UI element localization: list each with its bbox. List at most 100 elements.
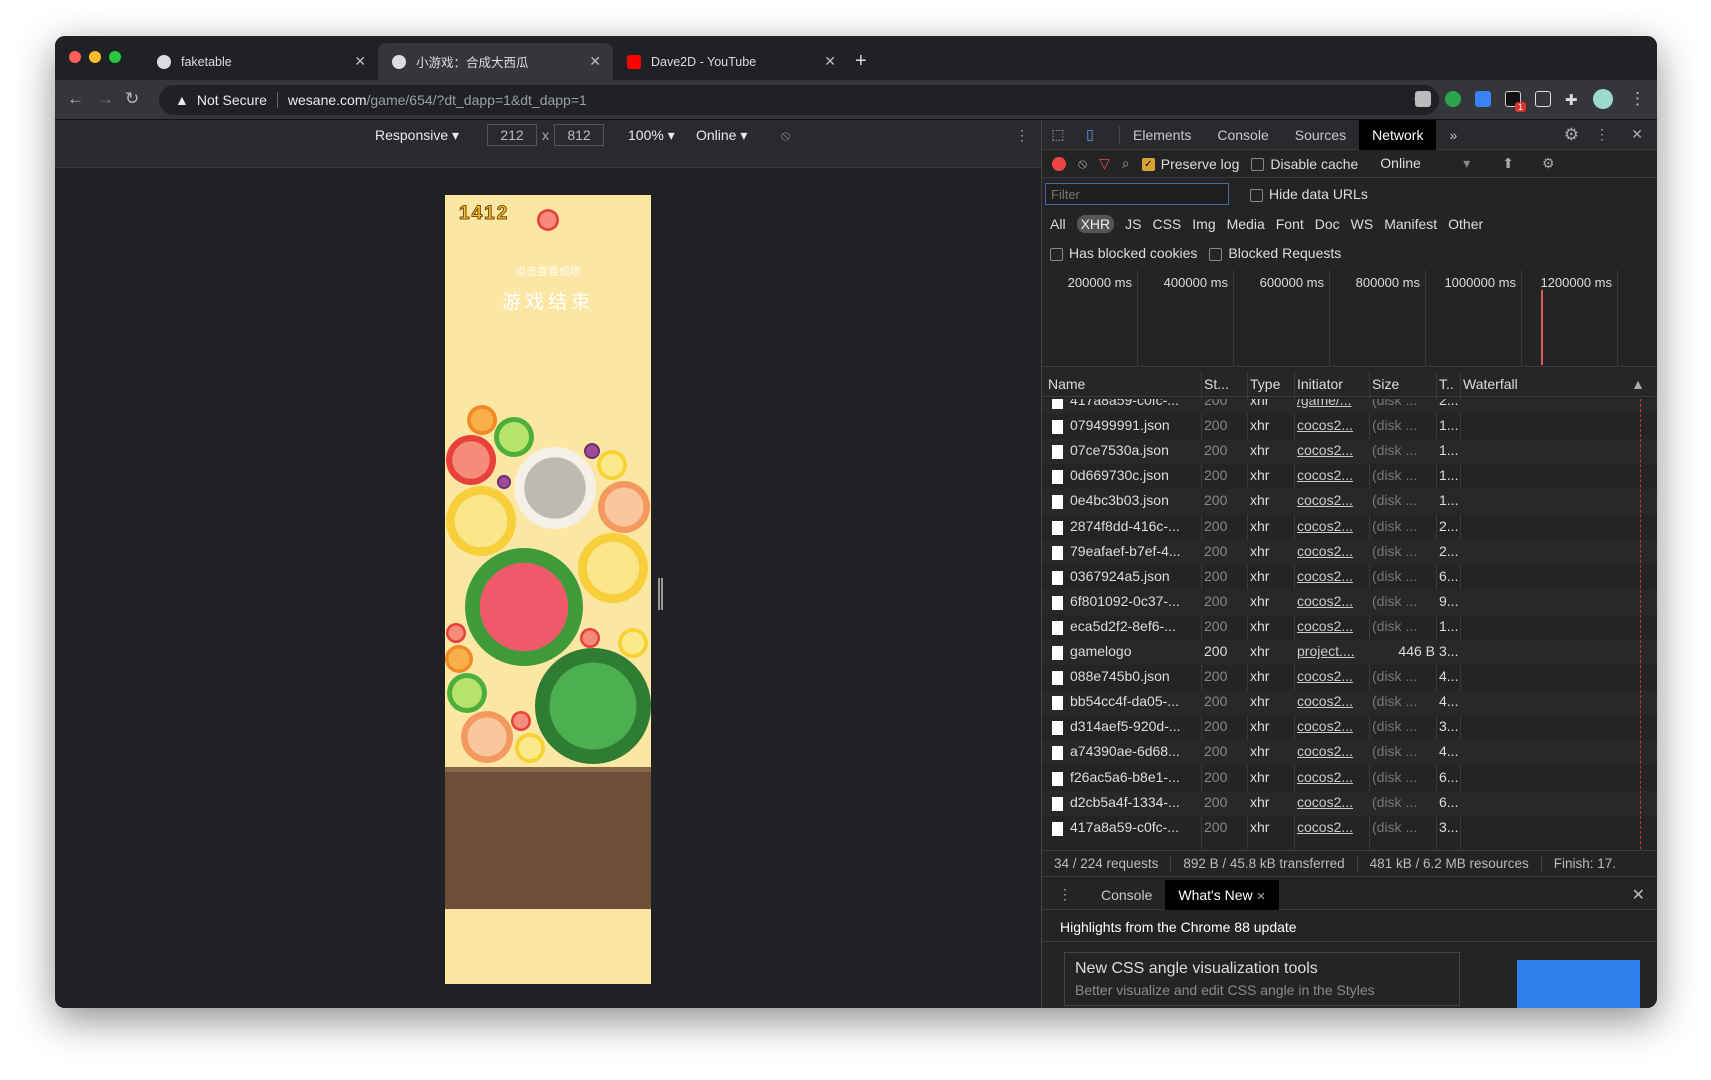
browser-tab-faketable[interactable]: faketable ✕ [143,43,378,80]
close-tab-icon[interactable]: ✕ [1257,891,1266,903]
request-row[interactable]: 417a8a59-c0fc-... 200 xhr/game/... (disk ..… [1042,399,1657,414]
cell-initiator[interactable]: cocos2... [1297,819,1368,835]
cell-initiator[interactable]: cocos2... [1297,693,1368,709]
device-select[interactable]: Responsive ▾ [375,127,459,144]
search-icon[interactable]: ⌕ [1122,155,1130,172]
preserve-log-checkbox[interactable]: ✓ Preserve log [1141,156,1239,172]
type-filter-manifest[interactable]: Manifest [1384,216,1437,232]
request-row[interactable]: d314aef5-920d-... 200 xhr cocos2... (disk ..… [1042,715,1657,740]
type-filter-all[interactable]: All [1050,216,1066,232]
cell-initiator[interactable]: cocos2... [1297,794,1368,810]
cell-initiator[interactable]: cocos2... [1297,769,1368,785]
drawer-tab-whats-new[interactable]: What's New ✕ [1165,879,1279,910]
request-row[interactable]: gamelogo 200 xhr project.... 446 B 3... [1042,640,1657,665]
disable-cache-checkbox[interactable]: Disable cache [1251,156,1358,172]
column-header-6[interactable]: Waterfall [1463,376,1518,392]
cell-initiator[interactable]: cocos2... [1297,743,1368,759]
cell-initiator[interactable]: cocos2... [1297,417,1368,433]
close-window-button[interactable] [69,51,81,63]
column-header-2[interactable]: Type [1250,376,1280,392]
request-row[interactable]: 6f801092-0c37-... 200 xhr cocos2... (disk ..… [1042,589,1657,615]
request-row[interactable]: 0d669730c.json 200 xhr cocos2... (disk ... 1.… [1042,464,1657,489]
has-blocked-cookies-checkbox[interactable]: Has blocked cookies [1050,245,1197,261]
close-tab-icon[interactable]: ✕ [824,53,836,70]
maximize-window-button[interactable] [109,51,121,63]
request-row[interactable]: 079499991.json 200 xhr cocos2... (disk ... 1.… [1042,414,1657,439]
minimize-window-button[interactable] [89,51,101,63]
request-row[interactable]: f26ac5a6-b8e1-... 200 xhr cocos2... (disk ..… [1042,766,1657,791]
tab-elements[interactable]: Elements [1120,120,1204,150]
type-filter-ws[interactable]: WS [1351,216,1374,232]
close-drawer-icon[interactable]: ✕ [1632,885,1645,905]
column-header-0[interactable]: Name [1048,376,1085,392]
chrome-menu-icon[interactable]: ⋮ [1629,89,1646,109]
filter-input[interactable] [1045,183,1229,205]
resize-handle-right[interactable] [658,578,663,610]
request-row[interactable]: 0e4bc3b03.json 200 xhr cocos2... (disk ... 1.… [1042,489,1657,515]
browser-tab-youtube[interactable]: Dave2D - YouTube ✕ [613,43,848,80]
width-input[interactable]: 212 [487,124,537,146]
type-filter-media[interactable]: Media [1227,216,1265,232]
import-har-icon[interactable]: ⬆ [1502,155,1514,172]
cell-initiator[interactable]: cocos2... [1297,492,1368,508]
device-more-icon[interactable]: ⋮ [1015,127,1029,144]
type-filter-img[interactable]: Img [1192,216,1215,232]
throttle-select[interactable]: Online ▾ [696,127,747,144]
sort-arrow-icon[interactable]: ▲ [1631,376,1645,392]
game-viewport[interactable]: 1412 点击查看成绩 游戏结束 [445,195,651,984]
cell-initiator[interactable]: cocos2... [1297,718,1368,734]
cell-initiator[interactable]: /game/... [1297,399,1368,408]
extension-icon[interactable]: 1 [1505,91,1526,112]
hide-data-urls-checkbox[interactable]: Hide data URLs [1250,186,1368,202]
blocked-requests-checkbox[interactable]: Blocked Requests [1209,245,1341,261]
request-row[interactable]: d2cb5a4f-1334-... 200 xhr cocos2... (disk ..… [1042,790,1657,816]
cell-initiator[interactable]: cocos2... [1297,467,1368,483]
more-tabs-button[interactable]: » [1436,120,1470,150]
close-tab-icon[interactable]: ✕ [589,53,601,70]
device-toggle-icon[interactable]: ▯ [1074,126,1106,143]
close-devtools-icon[interactable]: ✕ [1631,126,1643,143]
request-row[interactable]: 088e745b0.json 200 xhr cocos2... (disk ... 4.… [1042,665,1657,690]
type-filter-js[interactable]: JS [1125,216,1141,232]
record-button[interactable] [1052,156,1066,171]
cell-initiator[interactable]: cocos2... [1297,518,1368,534]
network-throttle-select[interactable]: Online ▾ [1380,155,1470,172]
profile-avatar[interactable] [1593,89,1613,109]
filter-funnel-icon[interactable]: ▽ [1099,155,1110,172]
height-input[interactable]: 812 [554,124,604,146]
type-filter-doc[interactable]: Doc [1315,216,1340,232]
column-header-5[interactable]: T.. [1439,376,1454,392]
column-header-1[interactable]: St... [1204,376,1229,392]
evernote-extension-icon[interactable] [1445,91,1461,107]
request-row[interactable]: 0367924a5.json 200 xhr cocos2... (disk ... 6.… [1042,565,1657,590]
tab-console[interactable]: Console [1204,120,1281,150]
downloader-extension-icon[interactable] [1475,91,1491,107]
inspect-element-icon[interactable]: ⬚ [1042,126,1074,143]
new-tab-button[interactable]: + [855,50,867,73]
request-row[interactable]: a74390ae-6d68... 200 xhr cocos2... (disk ...… [1042,740,1657,766]
security-label[interactable]: Not Secure [197,92,278,108]
request-row[interactable]: eca5d2f2-8ef6-... 200 xhr cocos2... (disk ..… [1042,615,1657,640]
back-icon[interactable]: ← [67,89,84,109]
url-bar[interactable]: ▲ Not Secure wesane.com/game/654/?dt_dap… [159,85,1439,115]
cell-initiator[interactable]: cocos2... [1297,543,1368,559]
notion-extension-icon[interactable] [1535,91,1551,107]
reload-icon[interactable]: ↻ [125,89,139,109]
request-row[interactable]: bb54cc4f-da05-... 200 xhr cocos2... (disk ..… [1042,690,1657,716]
devtools-menu-icon[interactable]: ⋮ [1595,126,1609,143]
type-filter-css[interactable]: CSS [1152,216,1181,232]
request-row[interactable]: 07ce7530a.json 200 xhr cocos2... (disk ... 1.… [1042,439,1657,465]
forward-icon[interactable]: → [97,89,114,109]
network-overview-timeline[interactable]: 200000 ms 400000 ms 600000 ms 800000 ms 1000… [1042,270,1657,367]
type-filter-font[interactable]: Font [1276,216,1304,232]
clear-icon[interactable]: ⦸ [1078,155,1087,172]
cell-initiator[interactable]: cocos2... [1297,668,1368,684]
type-filter-xhr[interactable]: XHR [1076,215,1115,233]
browser-tab-game[interactable]: 小游戏：合成大西瓜 ✕ [378,43,613,80]
request-row[interactable]: 417a8a59-c0fc-... 200 xhr cocos2... (disk ..… [1042,816,1657,841]
settings-gear-icon[interactable]: ⚙ [1564,125,1579,145]
tab-network[interactable]: Network [1359,119,1437,150]
request-row[interactable]: 2874f8dd-416c-... 200 xhr cocos2... (disk ..… [1042,515,1657,540]
drawer-tab-console[interactable]: Console [1088,880,1165,910]
cell-initiator[interactable]: project.... [1297,643,1368,659]
